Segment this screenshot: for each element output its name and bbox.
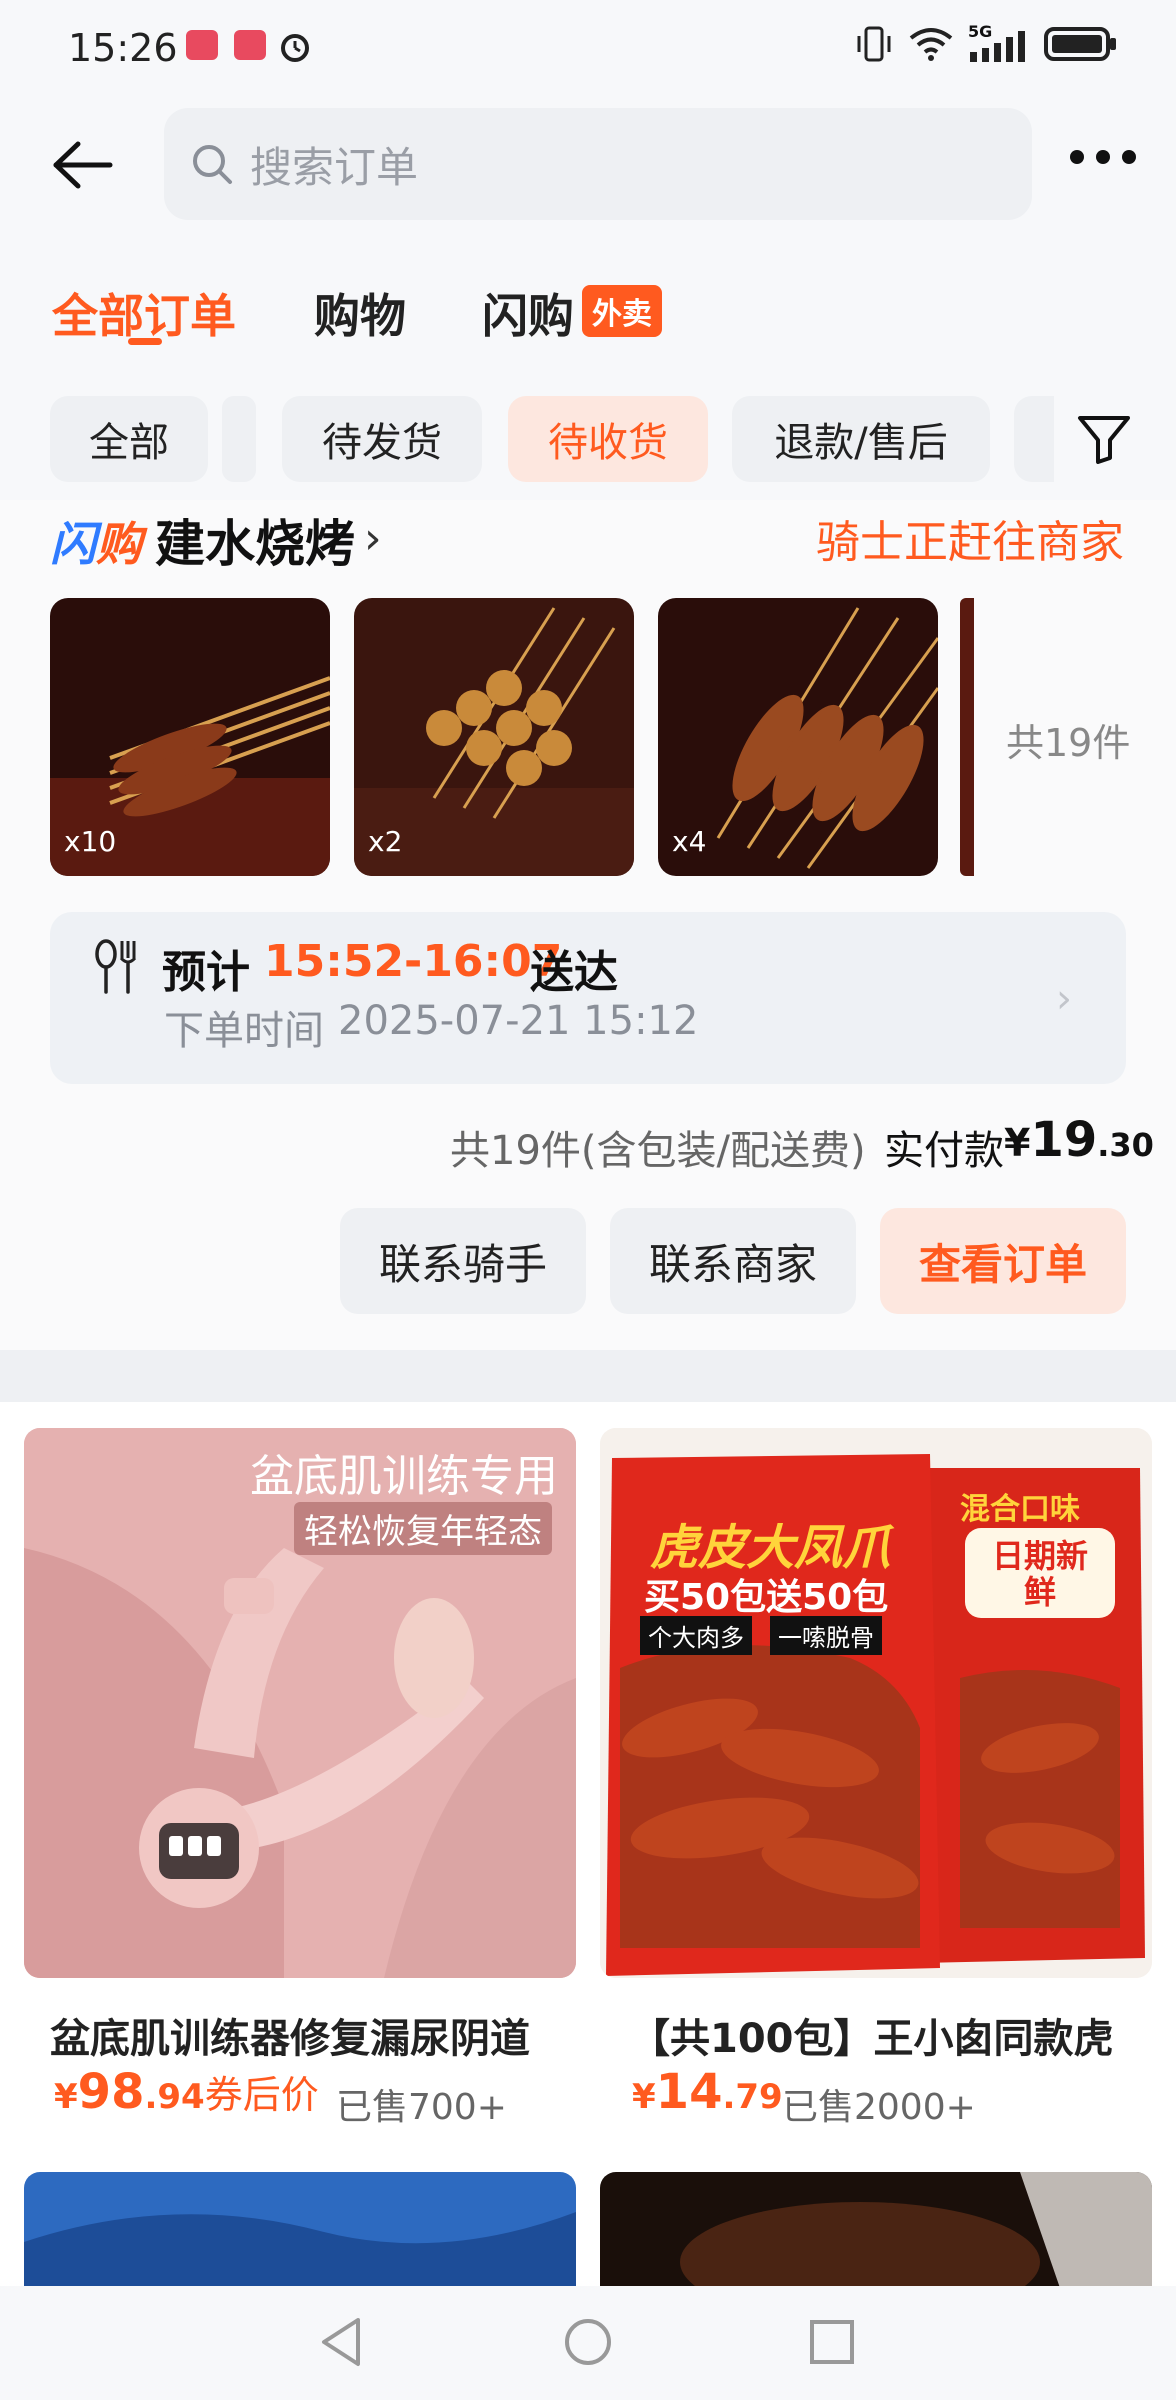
product-price: ¥14.79	[632, 2064, 783, 2120]
status-indicators: 5G	[854, 22, 1118, 64]
nav-back-icon[interactable]	[318, 2316, 364, 2368]
chevron-right-icon[interactable]: ›	[364, 513, 382, 564]
food-thumbnail[interactable]: x2	[354, 598, 634, 876]
chip-to-receive[interactable]: 待收货	[508, 396, 708, 482]
store-name[interactable]: 建水烧烤	[155, 504, 355, 576]
search-placeholder: 搜索订单	[250, 142, 419, 192]
shangou-logo: 闪购	[50, 517, 142, 571]
food-thumbnail[interactable]: x10	[50, 598, 330, 876]
eta-prefix: 预计	[162, 947, 250, 998]
book-app-icon-2	[234, 30, 266, 60]
vibrate-icon	[857, 26, 891, 62]
chip-refund-aftersale[interactable]: 退款/售后	[732, 396, 990, 482]
image-headline: 盆底肌训练专用	[250, 1451, 558, 1502]
wifi-icon	[909, 28, 953, 61]
fork-knife-icon	[95, 939, 137, 994]
chip-all[interactable]: 全部	[50, 396, 208, 482]
chevron-right-icon: ›	[1056, 976, 1072, 1022]
image-subline: 轻松恢复年轻态	[294, 1502, 552, 1555]
product-title[interactable]: 盆底肌训练器修复漏尿阴道	[50, 2006, 560, 2064]
paid-label: 实付款	[884, 1128, 1004, 1174]
product-image[interactable]: 盆底肌训练专用 轻松恢复年轻态	[24, 1428, 576, 1978]
more-menu-icon[interactable]	[1070, 150, 1136, 164]
battery-icon	[1044, 27, 1116, 61]
image-flavor: 混合口味	[960, 1492, 1080, 1527]
product-image[interactable]	[600, 2172, 1152, 2288]
items-count: 共19件	[1006, 721, 1131, 765]
image-promo: 买50包送50包	[644, 1577, 889, 1618]
item-quantity: x10	[64, 825, 117, 858]
order-time-label: 下单时间	[164, 1008, 324, 1054]
contact-merchant-button[interactable]: 联系商家	[610, 1208, 856, 1314]
tab-shopping[interactable]: 购物	[314, 280, 406, 346]
product-image[interactable]	[24, 2172, 576, 2288]
chip-to-ship[interactable]: 待发货	[282, 396, 482, 482]
item-quantity: x4	[672, 825, 707, 858]
contact-rider-button[interactable]: 联系骑手	[340, 1208, 586, 1314]
nav-home-icon[interactable]	[562, 2316, 614, 2368]
product-title[interactable]: 【共100包】王小囱同款虎	[630, 2006, 1150, 2064]
order-time-value: 2025-07-21 15:12	[338, 998, 699, 1044]
food-thumbnail[interactable]: x4	[658, 598, 938, 876]
tab-all-orders[interactable]: 全部订单	[52, 280, 236, 346]
image-tag: 个大肉多	[640, 1616, 752, 1655]
book-app-icon	[186, 30, 218, 60]
product-price: ¥98.94券后价	[54, 2064, 319, 2120]
filter-icon[interactable]	[1076, 414, 1132, 464]
back-arrow-icon[interactable]	[52, 140, 114, 190]
status-time: 15:26	[68, 26, 178, 70]
item-quantity: x2	[368, 825, 403, 858]
order-status: 骑士正赶往商家	[816, 517, 1124, 568]
takeout-badge: 外卖	[582, 285, 662, 337]
food-thumbnail-partial[interactable]	[960, 598, 974, 876]
search-icon	[193, 145, 232, 184]
alarm-icon	[281, 34, 309, 62]
sold-count: 已售2000+	[782, 2087, 976, 2128]
chip-partial[interactable]	[222, 396, 256, 482]
view-order-button[interactable]: 查看订单	[880, 1208, 1126, 1314]
active-tab-indicator	[128, 338, 162, 345]
product-image[interactable]: 虎皮大凤爪 买50包送50包 个大肉多 一嗦脱骨 混合口味 日期新鲜	[600, 1428, 1152, 1978]
section-divider	[0, 1350, 1176, 1402]
fee-note: 共19件(含包装/配送费)	[450, 1128, 866, 1174]
chip-partial-right[interactable]	[1014, 396, 1054, 482]
tab-shangou[interactable]: 闪购	[482, 280, 574, 346]
paid-amount: ¥19.30	[1004, 1112, 1154, 1168]
nav-recent-icon[interactable]	[808, 2318, 856, 2366]
image-tag: 一嗦脱骨	[770, 1616, 882, 1655]
search-input[interactable]: 搜索订单	[164, 108, 1032, 220]
image-fresh: 日期新鲜	[991, 1537, 1088, 1611]
eta-time: 15:52-16:07	[264, 936, 563, 987]
eta-suffix: 送达	[530, 947, 618, 998]
cellular-signal-icon: 5G	[968, 22, 1030, 64]
sold-count: 已售700+	[336, 2087, 507, 2128]
coupon-label: 券后价	[204, 2073, 319, 2117]
